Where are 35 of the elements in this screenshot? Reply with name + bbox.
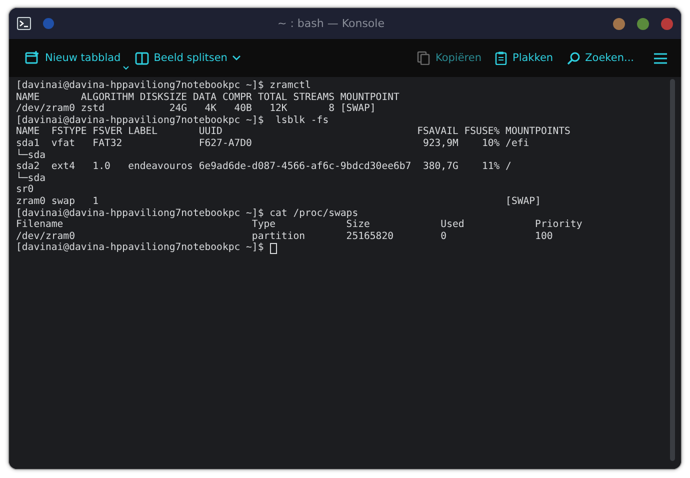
toolbar-button[interactable]: Zoeken... <box>567 52 634 64</box>
menu-icon[interactable] <box>654 52 667 64</box>
window-title: ~ : bash — Konsole <box>276 17 386 30</box>
caret-icon <box>232 55 242 61</box>
terminal-line: zram0 swap 1 [SWAP] <box>16 196 542 208</box>
terminal-line: [davinai@davina-hppaviliong7notebookpc ~]$ zramctl <box>16 80 312 92</box>
clipboard-icon <box>495 51 508 65</box>
terminal-line: /dev/zram0 zstd 24G 4K 40B 12K 8 [SWAP] <box>16 103 377 115</box>
maximize-button[interactable] <box>637 18 649 30</box>
terminal-line: sr0 <box>16 184 35 196</box>
terminal-line: └─sda <box>16 150 46 162</box>
pin-button[interactable] <box>43 18 54 29</box>
copy-icon <box>417 51 430 65</box>
search-icon <box>567 52 580 64</box>
terminal-line: /dev/zram0 partition 25165820 0 100 <box>16 230 554 242</box>
close-button[interactable] <box>661 18 673 30</box>
caret-icon <box>122 66 129 70</box>
toolbar-button[interactable]: Beeld splitsen <box>134 52 242 64</box>
text-cursor <box>270 242 277 254</box>
terminal-line: [davinai@davina-hppaviliong7notebookpc ~]$ cat /proc/swaps <box>16 208 360 220</box>
new-tab-icon <box>25 51 40 65</box>
terminal-line: [davinai@davina-hppaviliong7notebookpc ~]$ lsblk -fs <box>16 114 330 126</box>
terminal-line: sda2 ext4 1.0 endeavouros 6e9ad6de-d087-4566-af6c-9bdcd30ee6b7 380,7G 11% / <box>16 161 512 172</box>
terminal-line: sda1 vfat FAT32 F627-A7D0 923,9M 10% /efi <box>16 138 530 149</box>
terminal-line: └─sda <box>16 172 46 184</box>
toolbar-button[interactable]: Nieuw tabblad <box>25 51 121 65</box>
terminal-prompt: [davinai@davina-hppaviliong7notebookpc ~]$ <box>16 242 264 254</box>
minimize-button[interactable] <box>613 18 625 30</box>
split-view-icon <box>134 52 149 64</box>
scrollbar[interactable] <box>670 79 675 461</box>
terminal-line: Filename Type Size Used Priority <box>16 219 584 231</box>
terminal-line: NAME ALGORITHM DISKSIZE DATA COMPR TOTAL STREAMS MOUNTPOINT <box>16 92 400 104</box>
terminal-icon <box>17 17 31 30</box>
terminal-line: NAME FSTYPE FSVER LABEL UUID FSAVAIL FSUSE% MOUNTPOINTS <box>16 126 572 138</box>
toolbar-button[interactable]: Plakken <box>495 51 554 65</box>
